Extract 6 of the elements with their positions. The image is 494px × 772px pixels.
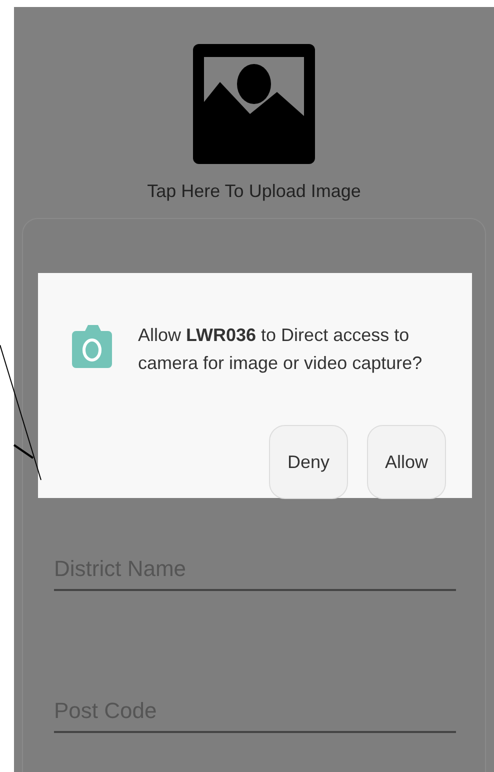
image-placeholder-icon[interactable] xyxy=(193,44,315,164)
dialog-button[interactable]: Deny xyxy=(269,425,348,499)
permission-message: Allow LWR036 to Direct access to camera for image or video capture? xyxy=(138,324,424,375)
camera-icon xyxy=(72,325,112,368)
upload-label[interactable]: Tap Here To Upload Image xyxy=(147,178,361,205)
dialog-button[interactable]: Allow xyxy=(367,425,446,499)
